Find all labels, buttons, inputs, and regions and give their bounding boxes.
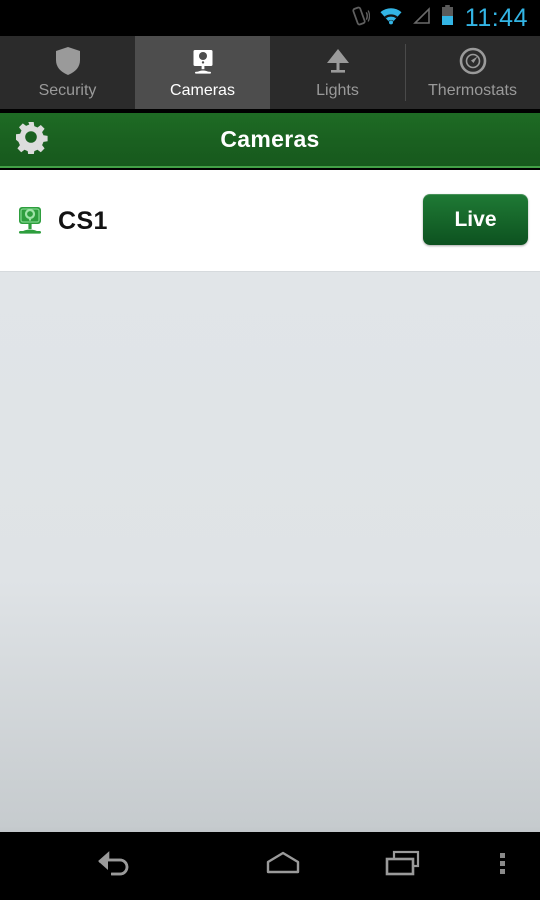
tab-lights[interactable]: Lights [270, 36, 405, 109]
vibrate-icon [348, 5, 370, 32]
nav-recents-button[interactable] [340, 832, 465, 900]
tab-label-cameras: Cameras [170, 82, 235, 99]
wifi-icon [379, 6, 403, 31]
status-bar-icons [348, 5, 454, 32]
tab-security[interactable]: Security [0, 36, 135, 109]
gear-icon [14, 120, 48, 159]
shield-icon [54, 46, 82, 76]
thermostat-icon [458, 46, 488, 76]
camera-device-icon [14, 205, 46, 237]
phone-screen: 11:44 Security Cameras Lights Thermostat… [0, 0, 540, 900]
status-bar: 11:44 [0, 0, 540, 36]
list-item[interactable]: CS1 Live [0, 170, 540, 272]
tab-label-lights: Lights [316, 82, 359, 99]
settings-button[interactable] [0, 120, 62, 159]
live-button[interactable]: Live [423, 194, 528, 245]
tab-label-thermostats: Thermostats [428, 82, 517, 99]
nav-home-button[interactable] [225, 832, 340, 900]
camera-list: CS1 Live [0, 170, 540, 272]
back-icon [89, 847, 137, 886]
camera-icon [188, 46, 218, 76]
tab-thermostats[interactable]: Thermostats [405, 36, 540, 109]
home-icon [259, 847, 307, 886]
camera-name: CS1 [58, 206, 108, 235]
tab-cameras[interactable]: Cameras [135, 36, 270, 109]
battery-icon [441, 5, 454, 31]
nav-back-button[interactable] [0, 832, 225, 900]
page-title: Cameras [220, 126, 320, 152]
overflow-menu-icon [497, 847, 509, 886]
tab-label-security: Security [38, 82, 97, 99]
lamp-icon [323, 46, 353, 76]
recents-icon [379, 847, 427, 886]
app-header: Cameras [0, 113, 540, 168]
android-navigation-bar [0, 832, 540, 900]
cellular-signal-icon [412, 6, 432, 31]
status-bar-clock: 11:44 [464, 3, 528, 32]
camera-content-area [0, 272, 540, 832]
tab-bar: Security Cameras Lights Thermostats [0, 36, 540, 111]
nav-menu-button[interactable] [465, 832, 540, 900]
